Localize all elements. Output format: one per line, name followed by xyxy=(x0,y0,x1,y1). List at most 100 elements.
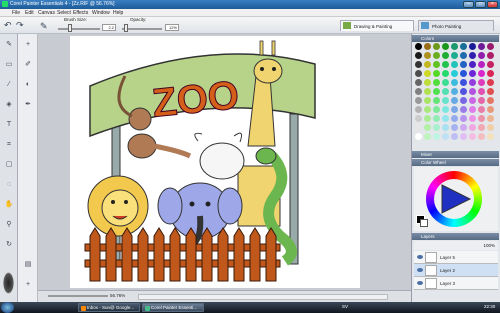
paint-bucket-icon[interactable]: ◈ xyxy=(4,100,14,110)
color-swatch[interactable] xyxy=(460,124,467,131)
menu-help[interactable]: Help xyxy=(113,10,123,16)
color-swatch[interactable] xyxy=(424,88,431,95)
color-swatch[interactable] xyxy=(442,61,449,68)
color-swatch[interactable] xyxy=(451,133,458,140)
color-swatch[interactable] xyxy=(433,52,440,59)
undo-icon[interactable]: ↶ xyxy=(4,20,12,31)
color-wheel-panel-header[interactable]: Color Wheel xyxy=(412,159,499,166)
color-swatch[interactable] xyxy=(460,88,467,95)
color-swatch[interactable] xyxy=(460,79,467,86)
color-swatch[interactable] xyxy=(424,61,431,68)
color-swatch[interactable] xyxy=(415,61,422,68)
color-swatch[interactable] xyxy=(469,88,476,95)
color-swatch[interactable] xyxy=(451,79,458,86)
layer-row[interactable]: Layer 3 xyxy=(414,277,498,290)
color-swatch[interactable] xyxy=(451,70,458,77)
brush-size-field[interactable]: 2.2 xyxy=(102,24,116,31)
selection-tool-icon[interactable]: ▢ xyxy=(4,160,14,170)
eraser-tool-icon[interactable]: ▭ xyxy=(4,60,14,70)
color-swatch[interactable] xyxy=(451,106,458,113)
color-swatch[interactable] xyxy=(451,61,458,68)
color-swatch[interactable] xyxy=(424,106,431,113)
color-swatch[interactable] xyxy=(460,43,467,50)
layer-tool-icon[interactable]: ▤ xyxy=(23,260,33,270)
color-wheel[interactable] xyxy=(414,167,498,231)
color-swatch[interactable] xyxy=(415,115,422,122)
color-swatch[interactable] xyxy=(487,88,494,95)
close-button[interactable]: × xyxy=(487,1,498,8)
color-swatch[interactable] xyxy=(469,52,476,59)
add-tool-icon[interactable]: + xyxy=(23,280,33,290)
color-swatch[interactable] xyxy=(415,43,422,50)
additional-color-swatch[interactable] xyxy=(420,219,428,227)
color-swatch[interactable] xyxy=(451,115,458,122)
menu-effects[interactable]: Effects xyxy=(73,10,88,16)
color-swatch[interactable] xyxy=(433,43,440,50)
color-swatch[interactable] xyxy=(469,79,476,86)
color-swatch[interactable] xyxy=(415,70,422,77)
color-swatch[interactable] xyxy=(415,133,422,140)
color-swatch[interactable] xyxy=(469,61,476,68)
horizontal-scrollbar[interactable] xyxy=(138,294,388,300)
color-swatch[interactable] xyxy=(460,70,467,77)
color-swatch[interactable] xyxy=(424,79,431,86)
color-swatch[interactable] xyxy=(478,97,485,104)
color-swatch[interactable] xyxy=(478,124,485,131)
color-swatch[interactable] xyxy=(424,70,431,77)
color-swatch[interactable] xyxy=(442,43,449,50)
color-swatch[interactable] xyxy=(424,97,431,104)
text-tool-icon[interactable]: T xyxy=(4,120,14,130)
dropper-tool-icon[interactable]: ⁄ xyxy=(4,80,14,90)
color-swatch[interactable] xyxy=(451,52,458,59)
opacity-field[interactable]: 12% xyxy=(165,24,179,31)
eye-icon[interactable] xyxy=(417,255,423,259)
saturation-triangle[interactable] xyxy=(436,181,472,217)
color-swatch[interactable] xyxy=(478,79,485,86)
color-swatch[interactable] xyxy=(433,70,440,77)
color-swatch[interactable] xyxy=(469,70,476,77)
color-swatch[interactable] xyxy=(415,88,422,95)
color-swatch[interactable] xyxy=(424,43,431,50)
color-swatch[interactable] xyxy=(415,97,422,104)
color-swatch[interactable] xyxy=(478,115,485,122)
brush-variant-icon[interactable]: ✎ xyxy=(40,21,48,32)
menu-canvas[interactable]: Canvas xyxy=(38,10,55,16)
color-swatch[interactable] xyxy=(469,124,476,131)
color-swatch[interactable] xyxy=(433,124,440,131)
pen-tool-icon[interactable]: ✒ xyxy=(23,100,33,110)
color-swatch[interactable] xyxy=(433,79,440,86)
color-swatch[interactable] xyxy=(433,106,440,113)
taskbar-item-browser[interactable]: Inbox - Sun@ Google... xyxy=(78,303,140,312)
lasso-tool-icon[interactable]: ◌ xyxy=(4,180,14,190)
drawing-canvas[interactable]: ZOO xyxy=(70,36,360,288)
opacity-thumb[interactable] xyxy=(124,24,128,32)
color-swatch[interactable] xyxy=(415,106,422,113)
zoom-tool-icon[interactable]: ⚲ xyxy=(4,220,14,230)
color-swatch[interactable] xyxy=(469,133,476,140)
color-swatch[interactable] xyxy=(442,88,449,95)
color-swatch[interactable] xyxy=(487,133,494,140)
color-swatch[interactable] xyxy=(487,43,494,50)
color-swatch[interactable] xyxy=(415,124,422,131)
brush-size-thumb[interactable] xyxy=(68,24,72,32)
menu-window[interactable]: Window xyxy=(92,10,110,16)
opacity-slider[interactable] xyxy=(122,28,162,30)
color-swatch[interactable] xyxy=(460,52,467,59)
color-swatch[interactable] xyxy=(487,61,494,68)
minimize-button[interactable]: – xyxy=(463,1,474,8)
color-swatch[interactable] xyxy=(451,43,458,50)
color-swatch[interactable] xyxy=(451,88,458,95)
color-swatch[interactable] xyxy=(487,97,494,104)
color-swatch[interactable] xyxy=(487,115,494,122)
color-swatch[interactable] xyxy=(487,124,494,131)
color-swatch[interactable] xyxy=(487,79,494,86)
eye-icon[interactable] xyxy=(417,268,423,272)
layers-panel-header[interactable]: Layers xyxy=(412,233,499,240)
rotate-tool-icon[interactable]: ↻ xyxy=(4,240,14,250)
colors-panel-header[interactable]: Colors xyxy=(412,35,499,42)
color-swatch[interactable] xyxy=(469,115,476,122)
color-swatch[interactable] xyxy=(442,106,449,113)
color-swatch[interactable] xyxy=(451,97,458,104)
color-swatch[interactable] xyxy=(487,106,494,113)
color-swatch[interactable] xyxy=(442,133,449,140)
